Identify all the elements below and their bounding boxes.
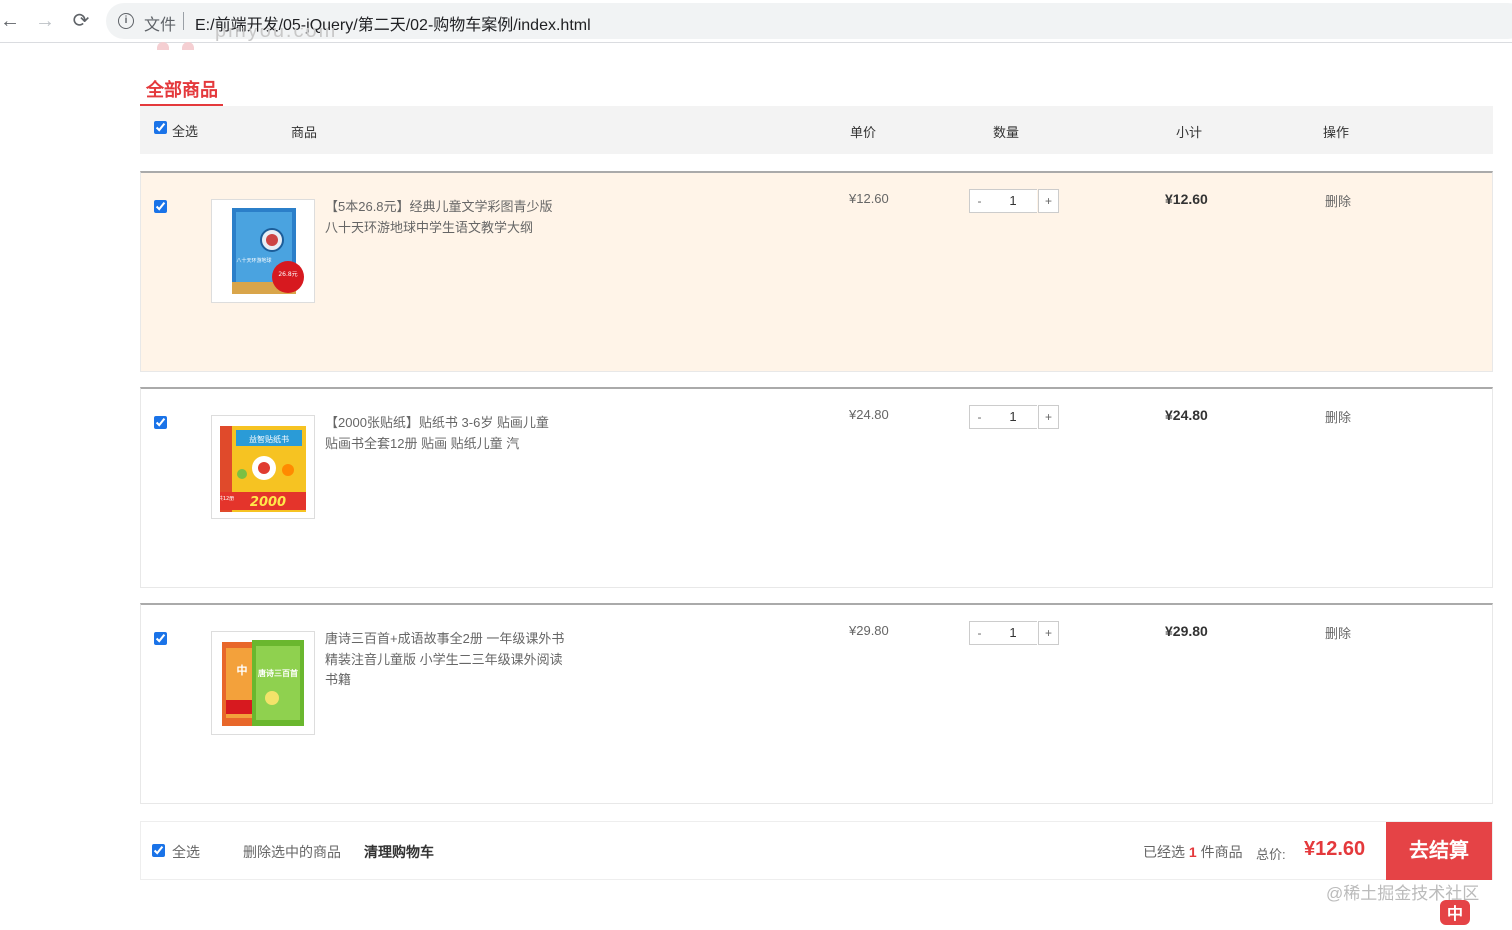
select-all-label: 全选 — [172, 844, 200, 860]
product-name[interactable]: 【2000张贴纸】贴纸书 3-6岁 贴画儿童 贴画书全套12册 贴画 贴纸儿童 … — [325, 413, 565, 454]
logo-decoration — [182, 42, 194, 50]
increment-button[interactable]: + — [1038, 621, 1059, 645]
item-subtotal: ¥24.80 — [1165, 407, 1208, 423]
decrement-button[interactable]: - — [969, 405, 990, 429]
increment-button[interactable]: + — [1038, 189, 1059, 213]
thumb-side: 中 — [237, 663, 248, 677]
thumb-title: 唐诗三百首 — [258, 668, 298, 678]
item-checkbox[interactable] — [154, 416, 167, 429]
total-price: ¥12.60 — [1304, 838, 1366, 860]
delete-link[interactable]: 删除 — [1325, 191, 1351, 210]
increment-button[interactable]: + — [1038, 405, 1059, 429]
cart-item: 中 唐诗三百首 唐诗三百首+成语故事全2册 一年级课外书 精装注音儿童版 小学生… — [140, 603, 1493, 804]
goods-column-header: 商品 — [291, 125, 318, 140]
tab-all-goods-label: 全部商品 — [146, 80, 218, 100]
total-label: 总价: — [1256, 847, 1286, 862]
item-checkbox[interactable] — [154, 200, 167, 213]
thumb-side: 共12册 — [218, 495, 234, 502]
cart-table-header: 全选 商品 单价 数量 小计 操作 — [140, 106, 1493, 154]
product-image[interactable]: 益智贴纸书 2000 共12册 — [211, 415, 315, 519]
selected-count: 1 — [1188, 844, 1197, 860]
thumb-badge: 26.8元 — [278, 271, 297, 278]
decrement-button[interactable]: - — [969, 189, 990, 213]
cart-toolbar: 全选 删除选中的商品 清理购物车 已经选 1 件商品 总价: ¥12.60 去结… — [140, 821, 1493, 880]
back-arrow-icon[interactable]: ← — [0, 9, 22, 33]
quantity-column-header: 数量 — [993, 125, 1020, 140]
forward-arrow-icon[interactable]: → — [33, 9, 57, 33]
thumb-title: 益智贴纸书 — [249, 434, 289, 444]
logo-decoration — [157, 42, 169, 50]
quantity-stepper: - + — [969, 405, 1059, 429]
decrement-button[interactable]: - — [969, 621, 990, 645]
selected-suffix: 件商品 — [1200, 844, 1243, 860]
info-icon[interactable]: i — [118, 13, 134, 29]
clear-cart-link[interactable]: 清理购物车 — [364, 842, 434, 862]
delete-link[interactable]: 删除 — [1325, 407, 1351, 426]
subtotal-column-header: 小计 — [1176, 125, 1203, 140]
quantity-stepper: - + — [969, 621, 1059, 645]
cart-item: 26.8元 八十天环游地球 【5本26.8元】经典儿童文学彩图青少版八十天环游地… — [140, 171, 1493, 372]
delete-link[interactable]: 删除 — [1325, 623, 1351, 642]
address-separator — [183, 12, 184, 30]
unit-price: ¥29.80 — [849, 623, 889, 638]
quantity-input[interactable] — [989, 405, 1037, 429]
quantity-input[interactable] — [989, 621, 1037, 645]
item-subtotal: ¥12.60 — [1165, 191, 1208, 207]
delete-selected-link[interactable]: 删除选中的商品 — [243, 842, 341, 862]
file-label: 文件 — [144, 17, 177, 34]
quantity-input[interactable] — [989, 189, 1037, 213]
tab-all-goods[interactable]: 全部商品 — [140, 74, 223, 106]
action-column-header: 操作 — [1323, 125, 1350, 140]
unit-price: ¥24.80 — [849, 407, 889, 422]
logo-text: pinyou.com — [215, 28, 338, 42]
product-image[interactable]: 中 唐诗三百首 — [211, 631, 315, 735]
checkout-button[interactable]: 去结算 — [1386, 822, 1492, 880]
site-logo[interactable]: pinyou.com — [215, 28, 337, 48]
ime-label: 中 — [1447, 904, 1463, 923]
unit-price-column-header: 单价 — [850, 125, 877, 140]
select-all-label: 全选 — [172, 124, 199, 139]
product-name[interactable]: 【5本26.8元】经典儿童文学彩图青少版八十天环游地球中学生语文教学大纲 — [325, 197, 565, 238]
item-checkbox[interactable] — [154, 632, 167, 645]
quantity-stepper: - + — [969, 189, 1059, 213]
select-all-checkbox-bottom[interactable] — [152, 844, 165, 857]
product-name[interactable]: 唐诗三百首+成语故事全2册 一年级课外书 精装注音儿童版 小学生二三年级课外阅读… — [325, 629, 565, 691]
reload-icon[interactable]: ⟳ — [69, 9, 93, 33]
unit-price: ¥12.60 — [849, 191, 889, 206]
product-image[interactable]: 26.8元 八十天环游地球 — [211, 199, 315, 303]
thumb-caption: 八十天环游地球 — [236, 257, 271, 264]
selected-prefix: 已经选 — [1143, 844, 1185, 860]
selected-count-text: 已经选 1 件商品 — [1143, 842, 1243, 862]
thumb-count: 2000 — [250, 495, 286, 510]
item-subtotal: ¥29.80 — [1165, 623, 1208, 639]
select-all-checkbox-top[interactable] — [154, 121, 167, 134]
ime-icon[interactable]: 中 — [1440, 897, 1472, 925]
cart-item: 益智贴纸书 2000 共12册 【2000张贴纸】贴纸书 3-6岁 贴画儿童 贴… — [140, 387, 1493, 588]
